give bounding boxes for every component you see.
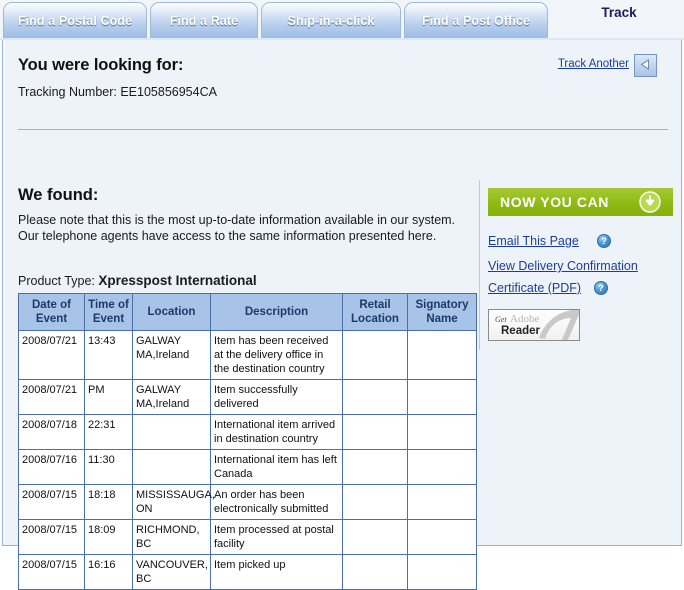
- column-header-signatory-name: Signatory Name: [407, 293, 477, 331]
- help-question-icon[interactable]: ?: [597, 234, 611, 248]
- cell-description: International item arrived in destinatio…: [210, 414, 343, 450]
- page-title: Track: [601, 5, 637, 20]
- cell-signatory: [407, 484, 477, 520]
- cell-description: Item processed at postal facility: [210, 519, 343, 555]
- cell-retail: [342, 379, 408, 415]
- tracking-events-table: Date of Event Time of Event Location Des…: [18, 293, 477, 590]
- section-divider: [18, 129, 668, 130]
- adobe-swoosh-icon: [539, 310, 579, 340]
- cell-description: Item successfully delivered: [210, 379, 343, 415]
- cell-location: RICHMOND, BC: [132, 519, 211, 555]
- availability-note: Please note that this is the most up-to-…: [18, 213, 456, 243]
- download-circle-icon: [639, 191, 661, 213]
- cell-location: MISSISSAUGA, ON: [132, 484, 215, 520]
- cell-time: PM: [84, 379, 133, 415]
- adobe-brand-text: Adobe: [510, 313, 540, 325]
- cell-date: 2008/07/16: [18, 449, 85, 485]
- cell-retail: [342, 554, 408, 590]
- cell-description: Item picked up: [210, 554, 343, 590]
- product-type-value: Xpresspost International: [98, 273, 257, 288]
- product-type-label: Product Type:: [18, 274, 95, 288]
- tab-label: Find a Rate: [169, 14, 239, 28]
- tab-find-a-postal-code[interactable]: Find a Postal Code: [3, 2, 147, 38]
- cell-signatory: [407, 379, 477, 415]
- cell-time: 18:18: [84, 484, 133, 520]
- cell-location: [132, 414, 211, 450]
- tracking-number-line: Tracking Number: EE105856954CA: [18, 85, 217, 99]
- cell-location: GALWAY MA,Ireland: [132, 379, 211, 415]
- adobe-reader-text: Reader: [501, 325, 540, 337]
- email-this-page-link[interactable]: Email This Page: [488, 234, 579, 248]
- help-question-icon[interactable]: ?: [594, 281, 608, 295]
- content-panel-inner: You were looking for: Tracking Number: E…: [4, 40, 681, 590]
- table-row: 2008/07/21 13:43 GALWAY MA,Ireland Item …: [18, 330, 477, 380]
- table-row: 2008/07/21 PM GALWAY MA,Ireland Item suc…: [18, 379, 477, 415]
- cell-date: 2008/07/15: [18, 554, 85, 590]
- now-you-can-title: NOW YOU CAN: [500, 194, 610, 210]
- cell-retail: [342, 519, 408, 555]
- cell-signatory: [407, 449, 477, 485]
- tab-label: Find a Postal Code: [17, 14, 133, 28]
- cell-retail: [342, 330, 408, 380]
- cell-description: International item has left Canada: [210, 449, 343, 485]
- tab-find-a-post-office[interactable]: Find a Post Office: [404, 2, 548, 38]
- looking-for-heading: You were looking for:: [18, 56, 184, 74]
- cell-retail: [342, 414, 408, 450]
- product-type-row: Product Type: Xpresspost International: [18, 273, 257, 288]
- cell-time: 16:16: [84, 554, 133, 590]
- cell-date: 2008/07/15: [18, 484, 85, 520]
- left-triangle-icon: [640, 59, 649, 70]
- cell-time: 13:43: [84, 330, 133, 380]
- back-button[interactable]: [634, 54, 657, 77]
- sidebar-divider: [479, 180, 480, 350]
- column-header-location: Location: [132, 293, 211, 331]
- cell-retail: [342, 449, 408, 485]
- content-panel: You were looking for: Tracking Number: E…: [2, 40, 682, 590]
- table-row: 2008/07/15 18:09 RICHMOND, BC Item proce…: [18, 519, 477, 555]
- cell-signatory: [407, 330, 477, 380]
- cell-date: 2008/07/15: [18, 519, 85, 555]
- table-row: 2008/07/15 18:18 MISSISSAUGA, ON An orde…: [18, 484, 477, 520]
- view-delivery-confirmation-link[interactable]: View Delivery Confirmation: [488, 259, 638, 273]
- table-row: 2008/07/16 11:30 International item has …: [18, 449, 477, 485]
- tab-label: Find a Post Office: [421, 14, 531, 28]
- column-header-description: Description: [210, 293, 343, 331]
- primary-tab-bar: Find a Postal Code Find a Rate Ship-in-a…: [0, 0, 684, 40]
- tab-label: Ship-in-a-click: [287, 14, 375, 28]
- table-row: 2008/07/18 22:31 International item arri…: [18, 414, 477, 450]
- cell-location: GALWAY MA,Ireland: [132, 330, 211, 380]
- column-header-time: Time of Event: [84, 293, 133, 331]
- cell-signatory: [407, 554, 477, 590]
- tab-find-a-rate[interactable]: Find a Rate: [150, 2, 258, 38]
- cell-description: An order has been electronically submitt…: [210, 484, 343, 520]
- cell-description: Item has been received at the delivery o…: [210, 330, 343, 380]
- table-body: 2008/07/21 13:43 GALWAY MA,Ireland Item …: [18, 330, 477, 590]
- column-header-date: Date of Event: [18, 293, 85, 331]
- we-found-heading: We found:: [18, 186, 99, 204]
- cell-retail: [342, 484, 408, 520]
- tab-ship-in-a-click[interactable]: Ship-in-a-click: [261, 2, 401, 38]
- cell-date: 2008/07/21: [18, 379, 85, 415]
- cell-signatory: [407, 414, 477, 450]
- cell-time: 22:31: [84, 414, 133, 450]
- track-another-link[interactable]: Track Another: [558, 58, 629, 70]
- get-adobe-reader-button[interactable]: Get Adobe Reader: [488, 309, 580, 341]
- cell-time: 18:09: [84, 519, 133, 555]
- cell-date: 2008/07/18: [18, 414, 85, 450]
- table-header-row: Date of Event Time of Event Location Des…: [18, 293, 477, 331]
- cell-location: VANCOUVER, BC: [132, 554, 211, 590]
- cell-date: 2008/07/21: [18, 330, 85, 380]
- cell-signatory: [407, 519, 477, 555]
- cell-time: 11:30: [84, 449, 133, 485]
- adobe-get-text: Get: [495, 315, 507, 324]
- column-header-retail-location: Retail Location: [342, 293, 408, 331]
- table-row: 2008/07/15 16:16 VANCOUVER, BC Item pick…: [18, 554, 477, 590]
- now-you-can-banner: NOW YOU CAN: [488, 188, 673, 216]
- cell-location: [132, 449, 211, 485]
- certificate-pdf-link[interactable]: Certificate (PDF): [488, 281, 581, 295]
